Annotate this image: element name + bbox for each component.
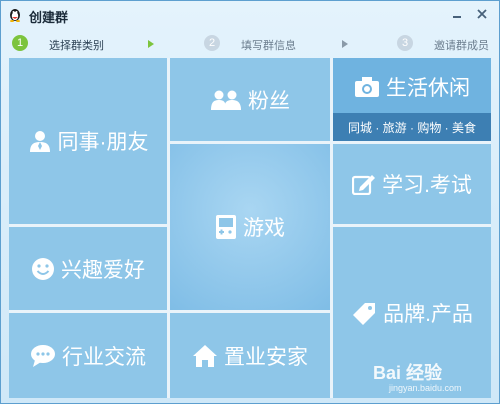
tile-label: 行业交流 [62,345,146,369]
step-3-label: 邀请群成员 [434,40,489,52]
group-icon [211,90,241,110]
tag-icon [353,302,376,325]
minimize-button[interactable] [447,5,467,23]
arrow-right-icon [148,40,154,48]
tile-label: 粉丝 [248,89,290,113]
tile-label: 游戏 [243,217,285,240]
step-3-number: 3 [397,35,413,51]
watermark-logo-text: Bai 经验 [373,363,443,383]
tile-games[interactable]: 游戏 [170,144,330,310]
tile-study-exam[interactable]: 学习.考试 [333,144,491,224]
tile-label: 同事·朋友 [57,131,149,154]
wizard-steps: 1 选择群类别 2 填写群信息 3 邀请群成员 [1,31,499,55]
tile-label: 学习.考试 [382,174,472,197]
step-1-number: 1 [12,35,28,51]
smile-icon [32,257,54,280]
tile-fans[interactable]: 粉丝 [170,58,330,141]
group-category-grid: 同事·朋友 粉丝 生活休闲 同城 · 旅游 · 购物 · 美食 游戏 学习.考试… [9,58,491,398]
arrow-right-icon [342,40,348,48]
chat-icon [31,344,55,367]
camera-icon [355,76,379,97]
qq-penguin-icon [10,9,20,22]
step-2-number: 2 [204,35,220,51]
minimize-icon [453,16,461,18]
tile-label: 兴趣爱好 [61,258,145,282]
step-2-label: 填写群信息 [241,40,296,52]
person-icon [29,131,50,152]
tile-subtitle: 同城 · 旅游 · 购物 · 美食 [333,113,491,141]
tile-real-estate[interactable]: 置业安家 [170,313,330,398]
close-icon [477,9,487,19]
create-group-window: 创建群 1 选择群类别 2 填写群信息 3 邀请群成员 同事·朋友 粉丝 生活休… [0,0,500,404]
baidu-jingyan-watermark: Bai 经验 jingyan.baidu.com [373,359,493,399]
tile-industry[interactable]: 行业交流 [9,313,167,398]
edit-icon [352,175,376,195]
tile-label: 生活休闲 [386,76,470,100]
tile-colleagues-friends[interactable]: 同事·朋友 [9,58,167,224]
home-icon [193,344,217,367]
tile-leisure[interactable]: 生活休闲 同城 · 旅游 · 购物 · 美食 [333,58,491,141]
window-title: 创建群 [29,10,69,25]
gamepad-icon [216,215,236,239]
title-bar: 创建群 [1,1,499,29]
watermark-url: jingyan.baidu.com [389,383,462,393]
close-button[interactable] [472,5,492,23]
step-1-label: 选择群类别 [49,40,104,52]
tile-hobbies[interactable]: 兴趣爱好 [9,227,167,310]
tile-label: 品牌.产品 [383,302,473,326]
tile-label: 置业安家 [224,345,308,369]
